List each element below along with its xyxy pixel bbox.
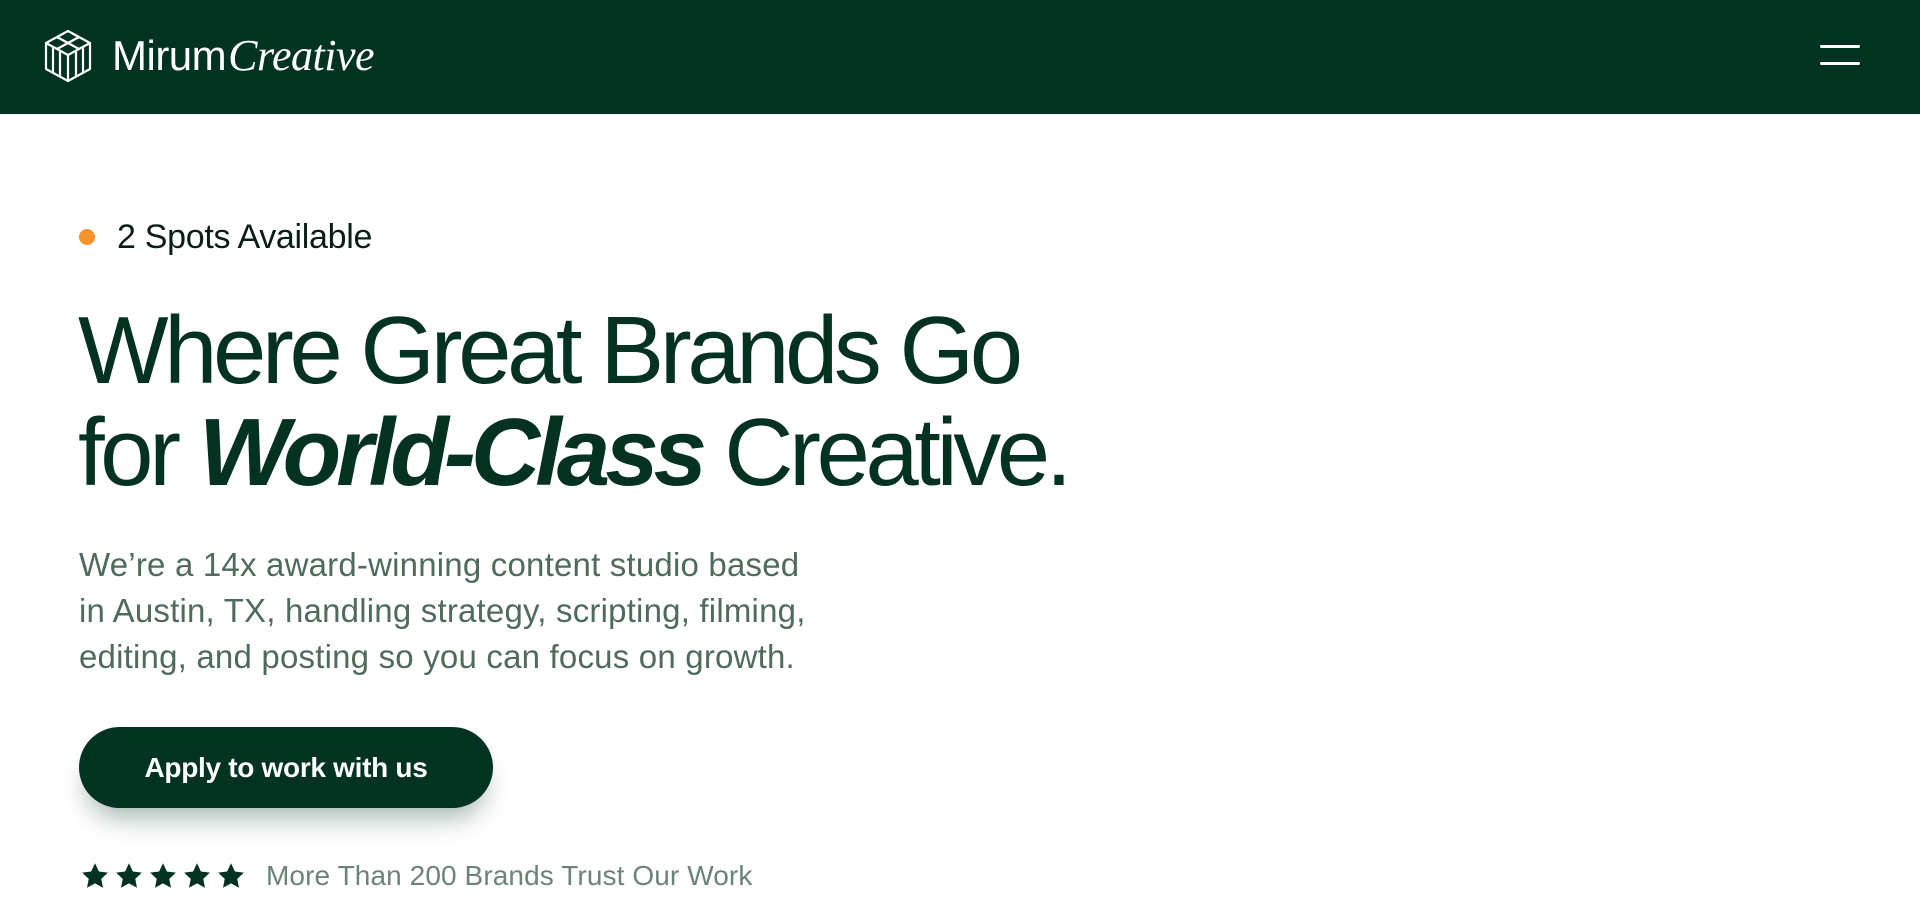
availability-label: 2 Spots Available: [117, 217, 373, 256]
trust-rating: More Than 200 Brands Trust Our Work: [80, 856, 752, 896]
hero-description: We’re a 14x award-winning content studio…: [79, 542, 899, 680]
description-line-2: in Austin, TX, handling strategy, script…: [79, 592, 806, 629]
star-icon: [82, 863, 108, 888]
headline-emphasis: World-Class: [198, 399, 707, 506]
availability-dot-icon: [79, 229, 95, 245]
brand-name: Mirum Creative: [112, 31, 375, 80]
description-line-3: editing, and posting so you can focus on…: [79, 638, 795, 675]
hamburger-menu-icon-top-bar: [1820, 45, 1860, 48]
headline-line-1: Where Great Brands Go: [78, 297, 1023, 404]
brand-logo-link[interactable]: Mirum Creative: [40, 26, 375, 86]
trust-label: More Than 200 Brands Trust Our Work: [266, 860, 753, 891]
headline-line-2: for World-Class Creative.: [78, 402, 1258, 504]
brand-name-secondary: Creative: [228, 31, 375, 80]
headline-line-2-prefix: for: [78, 399, 199, 506]
brand-name-primary: Mirum: [112, 32, 227, 79]
star-icon: [150, 863, 176, 888]
star-icon: [218, 863, 244, 888]
star-icon: [184, 863, 210, 888]
apply-button[interactable]: Apply to work with us: [79, 727, 493, 808]
description-line-1: We’re a 14x award-winning content studio…: [79, 546, 800, 583]
hero-headline: Where Great Brands Go for World-Class Cr…: [78, 300, 1258, 504]
hamburger-menu-icon-bottom-bar: [1820, 62, 1860, 65]
star-rating: [80, 861, 246, 891]
headline-line-2-suffix: Creative.: [702, 399, 1072, 506]
star-icon: [116, 863, 142, 888]
site-header: Mirum Creative: [0, 0, 1920, 114]
availability-status: 2 Spots Available: [79, 217, 372, 257]
menu-button[interactable]: [1818, 38, 1862, 72]
mirum-logo-icon: [44, 29, 92, 83]
